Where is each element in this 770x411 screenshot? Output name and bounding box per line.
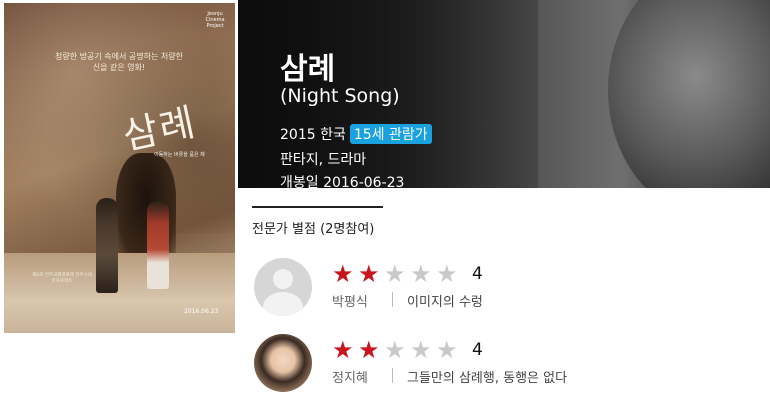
star-filled-icon: ★ xyxy=(332,260,354,288)
avatar-body xyxy=(263,292,303,316)
star-rating: ★ ★ ★ ★ ★ xyxy=(332,338,462,362)
critic-name[interactable]: 박평식 xyxy=(332,291,368,310)
poster-subtitle: 이동하는 버릇을 품은 채 xyxy=(154,152,205,158)
default-avatar-icon[interactable] xyxy=(254,258,312,316)
movie-year-country: 2015 한국 xyxy=(280,127,346,143)
header-banner: 삼례 (Night Song) 2015 한국 15세 관람가 판타지, 드라마 … xyxy=(238,0,770,188)
movie-genre: 판타지, 드라마 xyxy=(280,152,367,168)
poster-logo: Jeonju Cinema Project xyxy=(205,11,225,29)
avatar-head xyxy=(273,269,293,289)
critic-name[interactable]: 정지혜 xyxy=(332,367,368,386)
star-filled-icon: ★ xyxy=(358,260,380,288)
poster-ground xyxy=(4,253,235,333)
critic-review: ★ ★ ★ ★ ★ 4 박평식 이미지의 수렁 xyxy=(254,258,754,322)
star-empty-icon: ★ xyxy=(410,260,432,288)
critic-score: 4 xyxy=(472,264,483,284)
star-empty-icon: ★ xyxy=(410,336,432,364)
critic-comment: 이미지의 수렁 xyxy=(407,295,483,310)
banner-background-image xyxy=(608,0,770,188)
movie-release-date: 개봉일 2016-06-23 xyxy=(280,175,405,188)
star-filled-icon: ★ xyxy=(332,336,354,364)
name-divider xyxy=(392,292,393,307)
movie-poster[interactable]: Jeonju Cinema Project 청량한 방공기 속에서 공명하는 처… xyxy=(4,3,235,333)
star-empty-icon: ★ xyxy=(384,336,406,364)
poster-date: 2016.06.23 xyxy=(184,308,219,315)
star-rating: ★ ★ ★ ★ ★ xyxy=(332,262,462,286)
age-rating-badge: 15세 관람가 xyxy=(349,124,432,144)
critic-comment: 그들만의 삼례행, 동행은 없다 xyxy=(407,371,568,386)
star-filled-icon: ★ xyxy=(358,336,380,364)
critic-review: ★ ★ ★ ★ ★ 4 정지혜 그들만의 삼례행, 동행은 없다 xyxy=(254,334,754,398)
critic-score: 4 xyxy=(472,340,483,360)
movie-year-country-line: 2015 한국 15세 관람가 xyxy=(280,124,432,144)
poster-tagline: 청량한 방공기 속에서 공명하는 처량한 신을 같은 영화! xyxy=(55,52,183,72)
name-divider xyxy=(392,368,393,383)
poster-figure-woman xyxy=(147,201,169,289)
poster-figure-man xyxy=(96,198,118,293)
star-empty-icon: ★ xyxy=(384,260,406,288)
star-empty-icon: ★ xyxy=(436,260,458,288)
movie-title: 삼례 xyxy=(280,52,336,87)
poster-laurels: 제6회 전주국제영화제 전주시네마프로젝트 xyxy=(32,273,92,284)
star-empty-icon: ★ xyxy=(436,336,458,364)
critics-section-title: 전문가 별점 (2명참여) xyxy=(252,222,375,237)
movie-original-title: (Night Song) xyxy=(280,85,400,107)
critic-photo-avatar[interactable] xyxy=(254,334,312,392)
section-underline xyxy=(252,206,383,208)
